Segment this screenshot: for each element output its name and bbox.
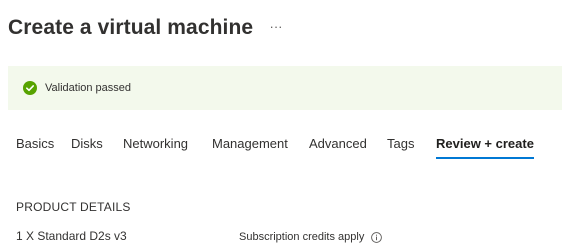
page-title: Create a virtual machine xyxy=(8,16,254,39)
tab-advanced[interactable]: Advanced xyxy=(309,130,367,158)
validation-message: Validation passed xyxy=(45,82,132,94)
subscription-credits-text: Subscription credits apply xyxy=(239,231,365,243)
tab-networking[interactable]: Networking xyxy=(123,130,188,158)
tab-review-create[interactable]: Review + create xyxy=(436,130,534,159)
tab-management[interactable]: Management xyxy=(212,130,288,158)
create-vm-page: Create a virtual machine ··· Validation … xyxy=(0,0,563,250)
product-name: 1 X Standard D2s v3 xyxy=(16,229,127,243)
tab-review-create-label: Review + create xyxy=(436,136,534,151)
validation-banner: Validation passed xyxy=(8,66,562,110)
page-header: Create a virtual machine xyxy=(8,13,253,43)
active-tab-indicator xyxy=(436,157,534,159)
tab-basics[interactable]: Basics xyxy=(16,130,54,158)
product-details-heading: PRODUCT DETAILS xyxy=(16,200,131,214)
more-options-button[interactable]: ··· xyxy=(268,17,284,37)
tab-tags[interactable]: Tags xyxy=(387,130,414,158)
info-icon[interactable] xyxy=(371,231,383,243)
tab-disks[interactable]: Disks xyxy=(71,130,103,158)
checkmark-circle-icon xyxy=(23,81,37,95)
subscription-credits: Subscription credits apply xyxy=(239,231,383,243)
